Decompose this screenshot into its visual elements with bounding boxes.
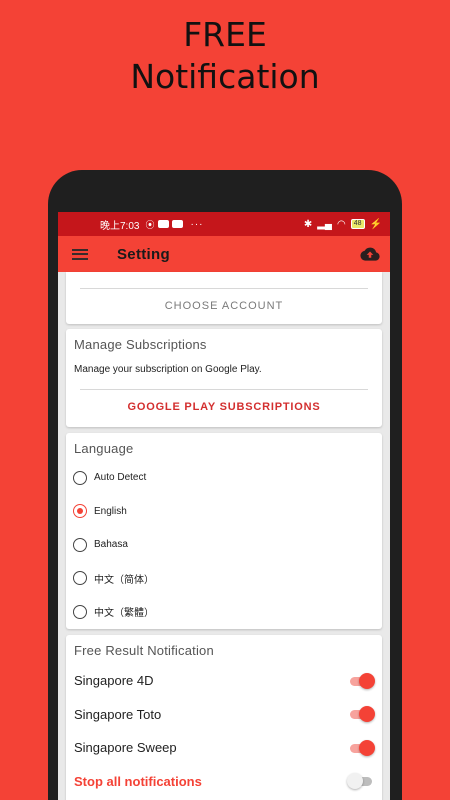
youtube-icon <box>172 220 184 228</box>
radio-button-selected[interactable] <box>73 504 87 519</box>
more-notifications: ··· <box>190 218 204 230</box>
language-option-english[interactable]: English <box>66 495 382 529</box>
toggle-label: Singapore 4D <box>74 673 154 689</box>
youtube-icon <box>158 220 170 228</box>
divider <box>80 389 368 390</box>
page-title: Setting <box>117 245 170 263</box>
notification-title: Free Result Notification <box>74 643 214 658</box>
radio-button[interactable] <box>73 604 87 619</box>
radio-button[interactable] <box>73 571 87 586</box>
status-time: 晚上7:03 <box>100 220 140 232</box>
hamburger-menu-icon[interactable] <box>72 248 88 260</box>
signal-icon: ▂▄ <box>317 218 333 230</box>
language-title: Language <box>74 441 134 456</box>
battery-icon: 48 <box>350 219 365 229</box>
stop-all-label: Stop all notifications <box>74 773 202 789</box>
app-bar: Setting <box>58 236 390 272</box>
status-bar: 晚上7:03 ⦿ ··· ✱ ▂▄ ◠ 48 ⚡ <box>58 212 390 236</box>
language-option-auto-detect[interactable]: Auto Detect <box>66 461 382 495</box>
promo-line-2: Notification <box>130 57 320 96</box>
toggle-row-singapore-toto: Singapore Toto <box>66 698 382 732</box>
singapore-sweep-switch[interactable] <box>348 739 375 756</box>
toggle-row-singapore-sweep: Singapore Sweep <box>66 731 382 765</box>
stop-all-switch[interactable] <box>347 773 374 790</box>
account-card: CHOOSE ACCOUNT <box>66 272 382 324</box>
cloud-upload-icon[interactable] <box>360 247 380 261</box>
language-card: Language Auto Detect English Bahasa 中文（简… <box>66 433 382 629</box>
toggle-row-singapore-4d: Singapore 4D <box>66 664 382 698</box>
radio-button[interactable] <box>73 470 87 485</box>
phone-screen: 晚上7:03 ⦿ ··· ✱ ▂▄ ◠ 48 ⚡ Setting CHOOSE … <box>58 212 390 800</box>
promo-line-1: FREE <box>183 15 267 54</box>
language-option-chinese-simplified[interactable]: 中文（简体） <box>66 562 382 596</box>
choose-account-button[interactable]: CHOOSE ACCOUNT <box>66 300 382 312</box>
divider <box>80 288 368 289</box>
singapore-toto-switch[interactable] <box>348 706 375 723</box>
notification-toggles: Singapore 4D Singapore Toto Singapore Sw… <box>66 664 382 798</box>
language-option-label: Bahasa <box>94 539 128 551</box>
language-option-label: 中文（繁體） <box>94 608 154 620</box>
notification-card: Free Result Notification Singapore 4D Si… <box>66 635 382 800</box>
language-option-label: English <box>94 505 127 517</box>
subscriptions-card: Manage Subscriptions Manage your subscri… <box>66 329 382 427</box>
wifi-icon: ◠ <box>337 218 346 230</box>
charging-icon: ⚡ <box>369 218 382 230</box>
language-option-label: Auto Detect <box>94 472 147 484</box>
language-option-label: 中文（简体） <box>94 574 154 586</box>
radio-button[interactable] <box>73 537 87 552</box>
promo-heading: FREE Notification <box>0 14 450 98</box>
subscriptions-title: Manage Subscriptions <box>74 337 207 352</box>
singapore-4d-switch[interactable] <box>348 672 375 689</box>
language-option-chinese-traditional[interactable]: 中文（繁體） <box>66 595 382 629</box>
toggle-row-stop-all: Stop all notifications <box>66 765 382 799</box>
language-option-bahasa[interactable]: Bahasa <box>66 528 382 562</box>
google-play-subscriptions-button[interactable]: GOOGLE PLAY SUBSCRIPTIONS <box>66 401 382 413</box>
notification-icon: ⦿ <box>145 219 155 230</box>
bluetooth-icon: ✱ <box>303 218 313 230</box>
toggle-label: Singapore Sweep <box>74 740 177 756</box>
subscriptions-description: Manage your subscription on Google Play. <box>74 364 262 375</box>
toggle-label: Singapore Toto <box>74 706 162 722</box>
language-options: Auto Detect English Bahasa 中文（简体） 中文（繁體） <box>66 461 382 629</box>
